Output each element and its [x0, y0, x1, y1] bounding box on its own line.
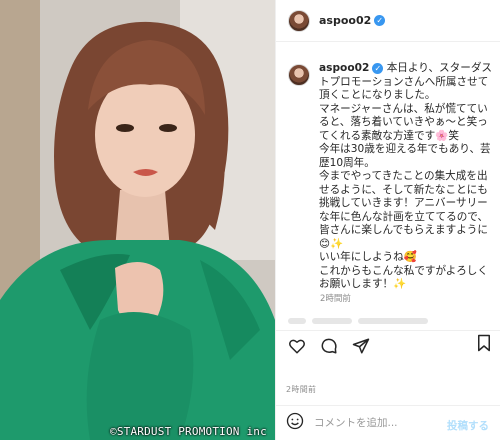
comment-icon[interactable]: [318, 335, 340, 357]
action-bar: [276, 330, 500, 360]
caption-username[interactable]: aspoo02: [319, 62, 369, 74]
bookmark-icon[interactable]: [476, 334, 492, 356]
post-sidebar: aspoo02 ✓ aspoo02 ✓ 本日より、スターダストプロモーションさんへ…: [275, 0, 500, 440]
post-photo[interactable]: ©STARDUST PROMOTION inc: [0, 0, 275, 440]
caption-verified-badge-icon: ✓: [372, 62, 384, 74]
caption-text: 本日より、スターダストプロモーションさんへ所属させて頂くことになりました。 マネ…: [319, 62, 493, 290]
comment-bar: 投稿する: [276, 405, 500, 440]
header-username[interactable]: aspoo02: [319, 14, 371, 27]
avatar[interactable]: [288, 9, 310, 32]
comment-input[interactable]: [314, 417, 444, 429]
caption-text-container: aspoo02 ✓ 本日より、スターダストプロモーションさんへ所属させて頂くことに…: [319, 62, 493, 292]
verified-badge-icon: ✓: [374, 15, 386, 26]
heart-icon[interactable]: [286, 335, 308, 357]
caption-avatar[interactable]: [288, 64, 310, 86]
post-comment-button[interactable]: 投稿する: [447, 418, 489, 433]
smiley-icon[interactable]: [286, 412, 304, 434]
comment-preview-placeholder: [288, 318, 488, 328]
post-header: aspoo02 ✓: [276, 0, 500, 42]
caption-time: 2時間前: [320, 294, 351, 304]
portrait-illustration: [0, 0, 275, 440]
caption-block: aspoo02 ✓ 本日より、スターダストプロモーションさんへ所属させて頂くことに…: [288, 62, 493, 292]
photo-credit: ©STARDUST PROMOTION inc: [110, 425, 267, 438]
share-icon[interactable]: [350, 335, 372, 357]
post-timestamp[interactable]: 2時間前: [286, 384, 316, 395]
